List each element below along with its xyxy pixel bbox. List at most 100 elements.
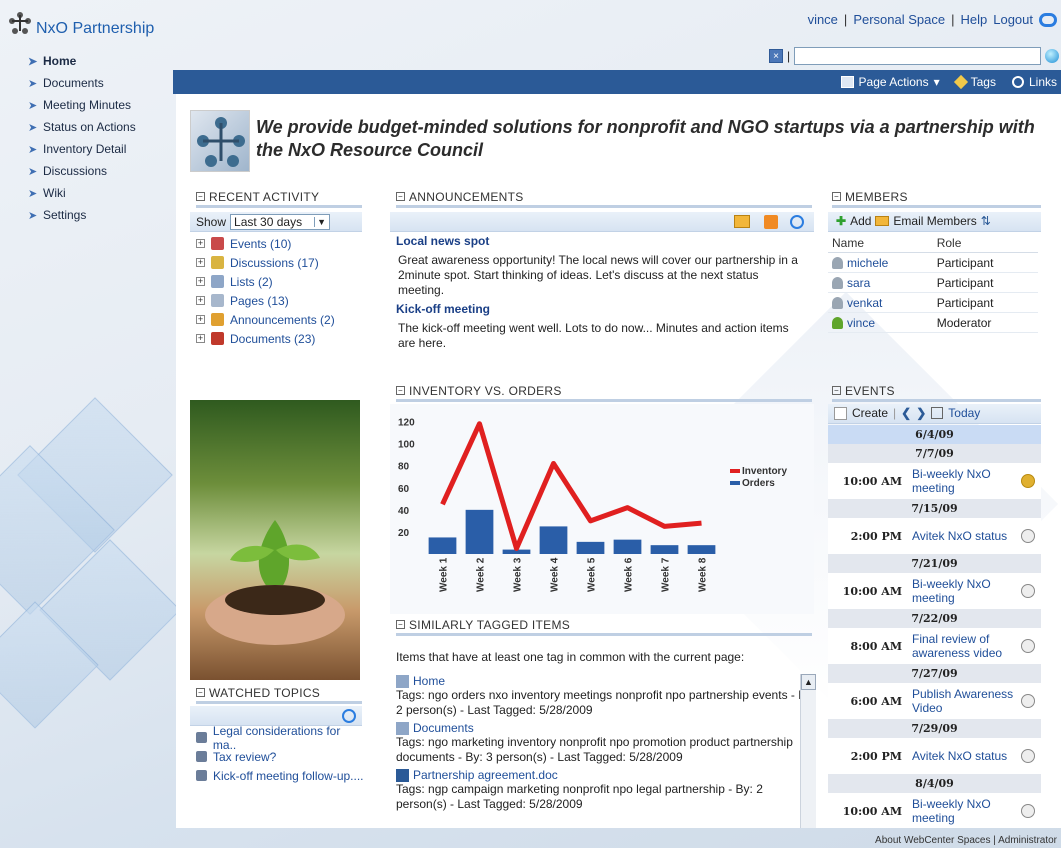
event-title-link[interactable]: Bi-weekly NxO meeting bbox=[908, 577, 1021, 605]
event-title-link[interactable]: Avitek NxO status bbox=[908, 749, 1021, 763]
create-event-button[interactable]: Create bbox=[852, 406, 888, 420]
email-members-button[interactable]: Email Members bbox=[893, 214, 976, 228]
table-row[interactable]: vince Moderator bbox=[828, 312, 1038, 333]
table-row[interactable]: venkat Participant bbox=[828, 292, 1038, 313]
clear-search-icon[interactable]: × bbox=[769, 49, 783, 63]
orders-bar bbox=[428, 537, 457, 554]
app-title: NxO Partnership bbox=[36, 20, 155, 37]
period-select[interactable]: Last 30 days ▼ bbox=[230, 214, 330, 230]
nav-arrow-icon: ➤ bbox=[28, 143, 38, 156]
links-button[interactable]: Links bbox=[1011, 75, 1057, 89]
mail-icon[interactable] bbox=[734, 215, 750, 228]
add-member-button[interactable]: Add bbox=[850, 214, 871, 228]
add-icon[interactable]: ✚ bbox=[836, 214, 846, 228]
search-input[interactable] bbox=[794, 47, 1041, 65]
scroll-up-icon[interactable]: ▲ bbox=[801, 674, 816, 690]
expand-icon[interactable]: + bbox=[196, 277, 205, 286]
about-link[interactable]: About WebCenter Spaces bbox=[875, 835, 990, 846]
list-item[interactable]: + Documents (23) bbox=[196, 329, 366, 348]
event-title-link[interactable]: Avitek NxO status bbox=[908, 529, 1021, 543]
event-row[interactable]: 10:00 AM Bi-weekly NxO meeting bbox=[828, 793, 1041, 828]
event-title-link[interactable]: Bi-weekly NxO meeting bbox=[908, 797, 1021, 825]
list-item[interactable]: + Discussions (17) bbox=[196, 253, 366, 272]
tags-button[interactable]: Tags bbox=[953, 74, 996, 90]
search-go-icon[interactable] bbox=[1045, 49, 1059, 63]
event-status-icon bbox=[1021, 694, 1035, 708]
inventory-header: − INVENTORY VS. ORDERS bbox=[396, 382, 812, 402]
previous-icon[interactable]: ❮ bbox=[901, 406, 911, 420]
table-row[interactable]: michele Participant bbox=[828, 252, 1038, 273]
event-title-link[interactable]: Publish Awareness Video bbox=[908, 687, 1021, 715]
announcement-title[interactable]: Kick-off meeting bbox=[396, 302, 806, 316]
refresh-icon[interactable] bbox=[790, 215, 804, 229]
administrator-link[interactable]: Administrator bbox=[998, 835, 1057, 846]
collapse-icon[interactable]: − bbox=[396, 620, 405, 629]
table-row[interactable]: sara Participant bbox=[828, 272, 1038, 293]
event-title-link[interactable]: Bi-weekly NxO meeting bbox=[908, 467, 1021, 495]
x-tick-label: Week 8 bbox=[698, 557, 709, 592]
event-row[interactable]: 10:00 AM Bi-weekly NxO meeting bbox=[828, 463, 1041, 499]
nav-item-documents[interactable]: ➤ Documents bbox=[28, 72, 168, 94]
event-row[interactable]: 8:00 AM Final review of awareness video bbox=[828, 628, 1041, 664]
nav-item-home[interactable]: ➤ Home bbox=[28, 50, 168, 72]
email-icon[interactable] bbox=[875, 216, 890, 226]
collapse-icon[interactable]: − bbox=[396, 386, 405, 395]
user-icon bbox=[832, 316, 843, 329]
collapse-icon[interactable]: − bbox=[396, 192, 405, 201]
nav-arrow-icon: ➤ bbox=[28, 209, 38, 222]
chevron-down-icon: ▼ bbox=[314, 217, 326, 227]
user-icon bbox=[832, 276, 843, 289]
next-icon[interactable]: ❯ bbox=[916, 406, 926, 420]
nav-item-status-on-actions[interactable]: ➤ Status on Actions bbox=[28, 116, 168, 138]
expand-icon[interactable]: + bbox=[196, 258, 205, 267]
banner-image bbox=[190, 110, 250, 172]
help-link[interactable]: Help bbox=[960, 12, 987, 27]
event-row[interactable]: 6:00 AM Publish Awareness Video bbox=[828, 683, 1041, 719]
app-logo[interactable]: NxO Partnership bbox=[6, 6, 176, 42]
scrollbar[interactable]: ▲ bbox=[800, 674, 816, 828]
rss-icon[interactable] bbox=[764, 215, 778, 229]
nav-item-meeting-minutes[interactable]: ➤ Meeting Minutes bbox=[28, 94, 168, 116]
list-item[interactable]: + Lists (2) bbox=[196, 272, 366, 291]
list-item[interactable]: + Events (10) bbox=[196, 234, 366, 253]
nav-item-discussions[interactable]: ➤ Discussions bbox=[28, 160, 168, 182]
expand-icon[interactable]: + bbox=[196, 239, 205, 248]
discussions-icon bbox=[211, 256, 224, 269]
recent-activity-toolbar: Show Last 30 days ▼ bbox=[190, 212, 362, 232]
event-title-link[interactable]: Final review of awareness video bbox=[908, 632, 1021, 660]
refresh-icon[interactable] bbox=[342, 709, 356, 723]
orders-bar bbox=[613, 539, 642, 554]
create-event-icon[interactable] bbox=[834, 406, 847, 420]
list-item[interactable]: + Announcements (2) bbox=[196, 310, 366, 329]
event-row[interactable]: 2:00 PM Avitek NxO status bbox=[828, 518, 1041, 554]
list-item[interactable]: Kick-off meeting follow-up.... bbox=[196, 766, 366, 785]
expand-icon[interactable]: + bbox=[196, 296, 205, 305]
event-row[interactable]: 10:00 AM Bi-weekly NxO meeting bbox=[828, 573, 1041, 609]
personal-space-link[interactable]: Personal Space bbox=[853, 12, 945, 27]
list-item[interactable]: + Pages (13) bbox=[196, 291, 366, 310]
collapse-icon[interactable]: − bbox=[196, 192, 205, 201]
list-item[interactable]: Legal considerations for ma.. bbox=[196, 724, 366, 752]
column-header-name[interactable]: Name bbox=[828, 234, 933, 253]
sort-icon[interactable]: ⇅ bbox=[981, 214, 991, 228]
event-time: 10:00 AM bbox=[842, 584, 902, 598]
nav-arrow-icon: ➤ bbox=[28, 165, 38, 178]
recent-activity-header: − RECENT ACTIVITY bbox=[196, 188, 362, 208]
nav-item-settings[interactable]: ➤ Settings bbox=[28, 204, 168, 226]
collapse-icon[interactable]: − bbox=[196, 688, 205, 697]
collapse-icon[interactable]: − bbox=[832, 386, 841, 395]
announcement-title[interactable]: Local news spot bbox=[396, 234, 806, 248]
today-button[interactable]: Today bbox=[948, 406, 980, 420]
x-tick-label: Week 2 bbox=[476, 557, 487, 592]
nav-item-wiki[interactable]: ➤ Wiki bbox=[28, 182, 168, 204]
event-date-row: 6/4/09 bbox=[828, 425, 1041, 444]
page-actions-menu[interactable]: Page Actions ▾ bbox=[840, 75, 940, 89]
user-link[interactable]: vince bbox=[808, 12, 838, 27]
nav-item-inventory-detail[interactable]: ➤ Inventory Detail bbox=[28, 138, 168, 160]
collapse-icon[interactable]: − bbox=[832, 192, 841, 201]
expand-icon[interactable]: + bbox=[196, 334, 205, 343]
column-header-role[interactable]: Role bbox=[932, 234, 1038, 253]
event-row[interactable]: 2:00 PM Avitek NxO status bbox=[828, 738, 1041, 774]
logout-link[interactable]: Logout bbox=[993, 12, 1033, 27]
expand-icon[interactable]: + bbox=[196, 315, 205, 324]
